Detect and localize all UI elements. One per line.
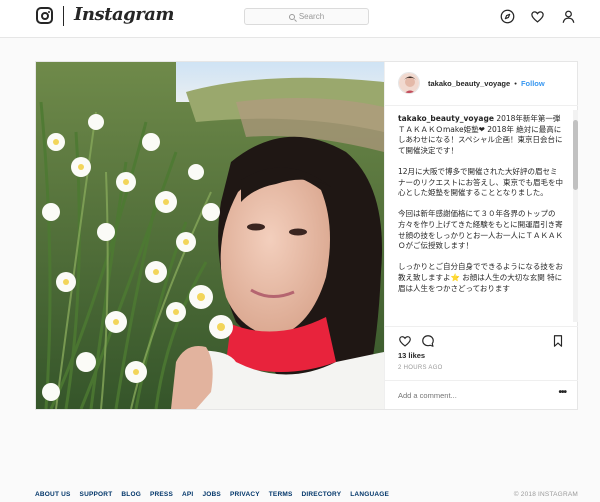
author-username[interactable]: takako_beauty_voyage <box>428 79 510 88</box>
search-placeholder: Search <box>298 12 325 21</box>
search-icon <box>288 13 295 20</box>
caption-username[interactable]: takako_beauty_voyage <box>398 114 494 123</box>
post-header: takako_beauty_voyage • Follow <box>385 62 578 106</box>
like-heart-icon[interactable] <box>398 334 412 348</box>
post-author: takako_beauty_voyage • Follow <box>428 79 545 88</box>
post-photo[interactable] <box>36 62 384 409</box>
caption-paragraph: 今回は新年感謝価格にて３０年各界のトップの方々を作り上げてきた経験をもとに開運眉… <box>398 209 563 251</box>
comment-icon[interactable] <box>421 334 435 348</box>
instagram-wordmark[interactable]: Instagram <box>74 4 174 25</box>
follow-button[interactable]: Follow <box>521 79 545 88</box>
footer-link-blog[interactable]: BLOG <box>121 491 141 498</box>
footer-link-support[interactable]: SUPPORT <box>80 491 113 498</box>
copyright: © 2018 INSTAGRAM <box>513 491 578 498</box>
comment-input[interactable] <box>398 389 538 402</box>
post-side-panel: takako_beauty_voyage • Follow takako_bea… <box>384 62 578 409</box>
post-timestamp: 2 HOURS AGO <box>398 365 443 371</box>
footer-link-terms[interactable]: TERMS <box>269 491 293 498</box>
separator-dot: • <box>514 79 517 88</box>
top-navigation-bar: Instagram Search <box>0 0 600 38</box>
post-caption: takako_beauty_voyage 2018年新年第一弾ＴＡＫＡＫＯmak… <box>398 114 564 305</box>
bookmark-icon[interactable] <box>551 334 565 348</box>
footer-link-directory[interactable]: DIRECTORY <box>302 491 342 498</box>
instagram-glyph-icon[interactable] <box>36 7 53 24</box>
caption-scroll-area[interactable]: takako_beauty_voyage 2018年新年第一弾ＴＡＫＡＫＯmak… <box>385 106 578 326</box>
caption-paragraph: takako_beauty_voyage 2018年新年第一弾ＴＡＫＡＫＯmak… <box>398 114 564 156</box>
search-input[interactable]: Search <box>244 8 369 25</box>
avatar[interactable] <box>398 72 420 94</box>
post-card: takako_beauty_voyage • Follow takako_bea… <box>35 61 578 410</box>
caption-scrollbar[interactable] <box>573 110 578 322</box>
like-count[interactable]: 13 likes <box>398 351 425 360</box>
footer-link-about[interactable]: ABOUT US <box>35 491 71 498</box>
footer-link-api[interactable]: API <box>182 491 193 498</box>
logo-divider <box>63 6 64 26</box>
footer-link-jobs[interactable]: JOBS <box>202 491 221 498</box>
footer-links: ABOUT US SUPPORT BLOG PRESS API JOBS PRI… <box>35 491 389 498</box>
footer-link-press[interactable]: PRESS <box>150 491 173 498</box>
caption-paragraph: しっかりとご自分自身でできるようになる技をお教え致しますよ⭐ お顔は人生の大切な… <box>398 262 563 293</box>
caption-paragraph: 12月に大阪で博多で開催された大好評の眉セミナーのリクエストにお答えし、東京でも… <box>398 166 563 198</box>
compass-icon[interactable] <box>500 9 515 24</box>
footer-link-privacy[interactable]: PRIVACY <box>230 491 260 498</box>
comment-box: ••• <box>385 380 578 409</box>
post-photo-image <box>36 62 384 409</box>
post-actions <box>385 326 578 352</box>
profile-icon[interactable] <box>561 9 576 24</box>
heart-icon[interactable] <box>530 9 545 24</box>
scrollbar-thumb[interactable] <box>573 120 578 190</box>
avatar-image <box>399 73 419 93</box>
more-options-icon[interactable]: ••• <box>558 387 566 398</box>
footer-link-language[interactable]: LANGUAGE <box>350 491 389 498</box>
